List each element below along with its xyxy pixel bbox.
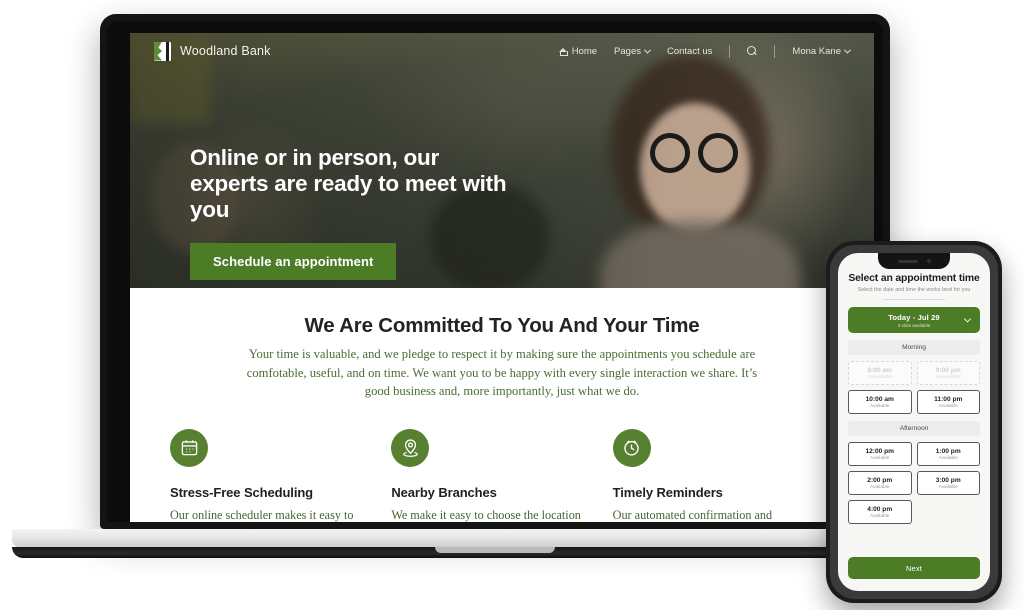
divider bbox=[883, 299, 945, 300]
laptop-device: Woodland Bank Home Pages Contact us Mona… bbox=[12, 14, 978, 558]
search-icon bbox=[747, 46, 757, 56]
time-slot[interactable]: 3:00 pm Available bbox=[916, 471, 980, 495]
date-selector[interactable]: Today - Jul 29 3 slots available bbox=[848, 307, 980, 333]
section-heading-afternoon: Afternoon bbox=[848, 421, 980, 436]
feature-stress-free-scheduling: Stress-Free Scheduling Our online schedu… bbox=[170, 428, 391, 522]
features-row: Stress-Free Scheduling Our online schedu… bbox=[170, 428, 834, 522]
slot-status: Available bbox=[870, 455, 890, 461]
slot-time: 3:00 pm bbox=[935, 476, 961, 484]
feature-body: Our automated confirmation and reminder … bbox=[612, 507, 773, 522]
feature-nearby-branches: Nearby Branches We make it easy to choos… bbox=[391, 428, 612, 522]
feature-timely-reminders: Timely Reminders Our automated confirmat… bbox=[612, 428, 834, 522]
nav-item-pages[interactable]: Pages bbox=[614, 45, 652, 57]
laptop-trackpad-notch bbox=[435, 547, 555, 553]
schedule-appointment-button[interactable]: Schedule an appointment bbox=[190, 243, 397, 280]
calendar-icon bbox=[170, 428, 208, 467]
laptop-lid: Woodland Bank Home Pages Contact us Mona… bbox=[100, 14, 890, 529]
nav-label: Contact us bbox=[666, 45, 713, 57]
feature-title: Stress-Free Scheduling bbox=[170, 484, 314, 500]
slot-time: 9:00 pm bbox=[935, 366, 961, 374]
slot-status: Available bbox=[938, 484, 958, 490]
nav-label: Pages bbox=[614, 45, 641, 57]
phone-inner-bezel: Select an appointment time Select the da… bbox=[830, 245, 998, 599]
slot-time: 12:00 pm bbox=[865, 447, 895, 455]
slot-status: Available bbox=[870, 484, 890, 490]
afternoon-slot-grid: 12:00 pm Available 1:00 pm Available 2:0… bbox=[848, 442, 980, 524]
speaker-grille-icon bbox=[897, 259, 918, 263]
picker-title: Select an appointment time bbox=[848, 273, 980, 284]
appointment-picker: Select an appointment time Select the da… bbox=[838, 253, 990, 591]
main-navigation: Home Pages Contact us Mona Kane bbox=[558, 44, 852, 58]
slot-status: Available bbox=[938, 455, 958, 461]
screenshot-canvas: Woodland Bank Home Pages Contact us Mona… bbox=[0, 0, 1024, 610]
slot-time: 1:00 pm bbox=[935, 447, 961, 455]
slot-status: Available bbox=[938, 403, 958, 409]
section-title: We Are Committed To You And Your Time bbox=[304, 314, 700, 337]
time-slot[interactable]: 12:00 pm Available bbox=[848, 442, 912, 466]
nav-item-contact-us[interactable]: Contact us bbox=[667, 46, 712, 57]
woodland-bank-logo-icon bbox=[154, 41, 171, 61]
chevron-down-icon bbox=[843, 46, 852, 54]
time-slot[interactable]: 1:00 pm Available bbox=[916, 442, 980, 466]
search-button[interactable] bbox=[747, 46, 757, 56]
section-body: Your time is valuable, and we pledge to … bbox=[246, 347, 758, 399]
slot-time: 10:00 am bbox=[865, 395, 894, 403]
slot-status: Available bbox=[870, 513, 890, 519]
hero-headline: Online or in person, our experts are rea… bbox=[190, 145, 507, 222]
clock-icon bbox=[612, 428, 651, 467]
slot-time: 4:00 pm bbox=[867, 505, 893, 513]
hero-content: Online or in person, our experts are rea… bbox=[190, 145, 520, 280]
slot-status: Unavailable bbox=[935, 374, 961, 380]
account-menu[interactable]: Mona Kane bbox=[792, 45, 852, 57]
slot-time: 8:00 am bbox=[867, 366, 893, 374]
slot-status: Available bbox=[870, 403, 890, 409]
laptop-screen: Woodland Bank Home Pages Contact us Mona… bbox=[130, 33, 874, 522]
phone-screen: Select an appointment time Select the da… bbox=[838, 253, 990, 591]
laptop-bezel: Woodland Bank Home Pages Contact us Mona… bbox=[107, 21, 883, 522]
slot-time: 2:00 pm bbox=[867, 476, 893, 484]
next-button[interactable]: Next bbox=[848, 557, 980, 579]
morning-slot-grid: 8:00 am Unavailable 9:00 pm Unavailable … bbox=[848, 361, 980, 414]
time-slot[interactable]: 10:00 am Available bbox=[848, 390, 912, 414]
brand-logo[interactable]: Woodland Bank bbox=[154, 41, 271, 61]
front-camera-icon bbox=[926, 259, 931, 263]
time-slot: 9:00 pm Unavailable bbox=[916, 361, 980, 385]
nav-label: Home bbox=[571, 45, 598, 57]
section-heading-morning: Morning bbox=[848, 340, 980, 355]
time-slot: 8:00 am Unavailable bbox=[848, 361, 912, 385]
nav-item-home[interactable]: Home bbox=[558, 45, 598, 57]
feature-title: Nearby Branches bbox=[391, 484, 497, 500]
nav-divider bbox=[729, 44, 731, 58]
time-slot[interactable]: 2:00 pm Available bbox=[848, 471, 912, 495]
account-name: Mona Kane bbox=[792, 45, 841, 57]
brand-name: Woodland Bank bbox=[180, 44, 271, 58]
slots-available-count: 3 slots available bbox=[897, 322, 931, 328]
feature-body: Our online scheduler makes it easy to ge… bbox=[170, 507, 354, 522]
feature-body: We make it easy to choose the location t… bbox=[391, 507, 581, 522]
location-pin-icon bbox=[391, 428, 430, 467]
chevron-down-icon bbox=[643, 46, 652, 54]
nav-divider bbox=[774, 44, 776, 58]
time-slot[interactable]: 4:00 pm Available bbox=[848, 500, 912, 524]
site-header: Woodland Bank Home Pages Contact us Mona… bbox=[130, 33, 874, 69]
phone-notch bbox=[878, 253, 950, 269]
slot-time: 11:00 pm bbox=[934, 395, 963, 403]
phone-device: Select an appointment time Select the da… bbox=[826, 241, 1002, 603]
chevron-down-icon bbox=[963, 315, 972, 323]
time-slot[interactable]: 11:00 pm Available bbox=[916, 390, 980, 414]
slot-status: Unavailable bbox=[867, 374, 893, 380]
picker-subtitle: Select the date and time the works best … bbox=[857, 287, 971, 293]
phone-frame: Select an appointment time Select the da… bbox=[826, 241, 1002, 603]
hero-section: Woodland Bank Home Pages Contact us Mona… bbox=[130, 33, 874, 288]
feature-title: Timely Reminders bbox=[612, 484, 723, 500]
committed-section: We Are Committed To You And Your Time Yo… bbox=[130, 288, 874, 522]
selected-date: Today - Jul 29 bbox=[888, 312, 940, 322]
home-icon bbox=[558, 47, 569, 56]
